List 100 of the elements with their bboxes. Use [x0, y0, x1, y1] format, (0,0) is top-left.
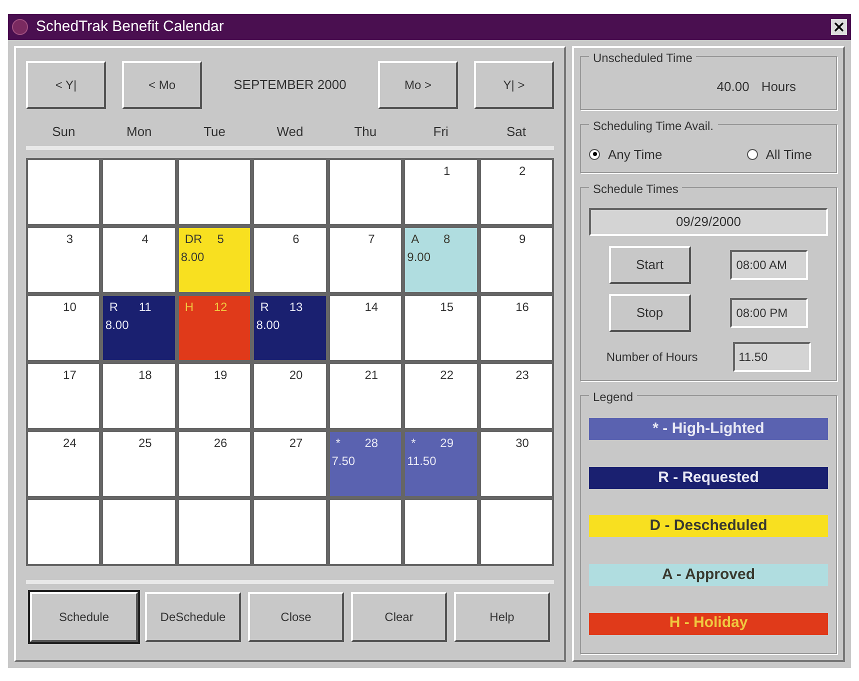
- window-title: SchedTrak Benefit Calendar: [36, 16, 225, 37]
- unit-label: Hours: [761, 78, 796, 96]
- legend-item: D - Descheduled: [589, 515, 828, 538]
- day-number: 30: [516, 434, 529, 452]
- day-cell[interactable]: [28, 500, 100, 564]
- day-cell[interactable]: 10: [28, 296, 100, 360]
- day-number: 28: [364, 434, 378, 452]
- day-cell[interactable]: [254, 500, 326, 564]
- day-cell[interactable]: 19: [178, 364, 250, 428]
- day-cell[interactable]: DR 5 8.00: [178, 228, 250, 292]
- radio-option[interactable]: All Time: [746, 144, 812, 164]
- weekday-label: Fri: [432, 123, 450, 141]
- legend-item: R - Requested: [589, 466, 828, 489]
- day-number: 23: [516, 366, 529, 384]
- day-number: 9: [518, 230, 526, 248]
- status-code: DR: [184, 230, 204, 248]
- day-cell[interactable]: [254, 160, 326, 224]
- status-code: A: [411, 230, 420, 248]
- weekday-label: Tue: [202, 123, 227, 141]
- day-cell[interactable]: 9: [480, 228, 552, 292]
- day-cell[interactable]: 18: [103, 364, 175, 428]
- day-number: 5: [217, 230, 224, 248]
- day-number: 16: [516, 298, 529, 316]
- weekday-label: Thu: [353, 123, 378, 141]
- day-number: 15: [440, 298, 454, 316]
- day-cell[interactable]: 1: [405, 160, 477, 224]
- previous-month-button[interactable]: < Mo: [122, 61, 202, 109]
- legend-item: * - High-Lighted: [589, 418, 828, 440]
- day-cell[interactable]: 24: [28, 432, 100, 496]
- day-cell[interactable]: [330, 160, 402, 224]
- day-number: 18: [138, 366, 152, 384]
- day-cell[interactable]: 27: [254, 432, 326, 496]
- day-cell[interactable]: [28, 160, 100, 224]
- day-cell[interactable]: 17: [28, 364, 100, 428]
- legend-item: H - Holiday: [589, 612, 828, 635]
- previous-year-button[interactable]: < Y|: [26, 61, 106, 109]
- unscheduled-value: 40.00: [716, 78, 750, 96]
- day-cell[interactable]: 4: [103, 228, 175, 292]
- weekday-label: Mon: [125, 123, 153, 141]
- day-cell[interactable]: * 29 11.50: [405, 432, 477, 496]
- action-button[interactable]: DeSchedule: [145, 592, 241, 642]
- day-cell[interactable]: 30: [480, 432, 552, 496]
- close-button[interactable]: [831, 19, 847, 35]
- day-number: 14: [364, 298, 378, 316]
- day-number: 24: [63, 434, 76, 452]
- day-cell[interactable]: 20: [254, 364, 326, 428]
- legend-item: A - Approved: [589, 564, 828, 586]
- day-cell[interactable]: 23: [480, 364, 552, 428]
- day-cell[interactable]: [178, 160, 250, 224]
- day-cell[interactable]: R 11 8.00: [103, 296, 175, 360]
- day-cell[interactable]: 7: [330, 228, 402, 292]
- day-cell[interactable]: A 8 9.00: [405, 228, 477, 292]
- day-cell[interactable]: [480, 500, 552, 564]
- action-button[interactable]: Schedule: [30, 592, 138, 642]
- day-cell[interactable]: [103, 160, 175, 224]
- day-number: 11: [138, 298, 152, 316]
- action-button[interactable]: Help: [454, 592, 550, 642]
- hours-field[interactable]: 11.50: [732, 342, 811, 372]
- start-button[interactable]: Start: [608, 246, 691, 284]
- stop-button[interactable]: Stop: [608, 294, 691, 332]
- day-cell[interactable]: * 28 7.50: [330, 432, 402, 496]
- day-cell[interactable]: 22: [405, 364, 477, 428]
- day-cell[interactable]: 25: [103, 432, 175, 496]
- day-number: 10: [63, 298, 76, 316]
- hours-text: 8.00: [180, 248, 206, 266]
- day-cell[interactable]: 2: [480, 160, 552, 224]
- hours-text: 8.00: [105, 316, 130, 334]
- day-cell[interactable]: 26: [178, 432, 250, 496]
- day-number: 1: [444, 162, 450, 180]
- radio-option[interactable]: Any Time: [589, 144, 662, 164]
- day-number: 25: [138, 434, 152, 452]
- action-button[interactable]: Close: [248, 592, 344, 642]
- weekday-label: Sat: [506, 123, 528, 141]
- start-time-field[interactable]: 08:00 AM: [730, 250, 808, 280]
- day-cell[interactable]: 16: [480, 296, 552, 360]
- day-number: 4: [142, 230, 148, 248]
- day-cell[interactable]: [178, 500, 250, 564]
- day-number: 27: [289, 434, 303, 452]
- day-number: 17: [63, 366, 76, 384]
- status-code: *: [336, 434, 342, 452]
- day-cell[interactable]: 21: [330, 364, 402, 428]
- day-cell[interactable]: 6: [254, 228, 326, 292]
- action-button[interactable]: Clear: [351, 592, 447, 642]
- date-field[interactable]: 09/29/2000: [589, 208, 828, 236]
- day-cell[interactable]: [103, 500, 175, 564]
- hours-text: 7.50: [332, 452, 356, 470]
- stop-time-field[interactable]: 08:00 PM: [730, 298, 808, 328]
- day-cell[interactable]: [405, 500, 477, 564]
- day-cell[interactable]: [330, 500, 402, 564]
- day-cell[interactable]: 15: [405, 296, 477, 360]
- day-number: 20: [289, 366, 303, 384]
- next-year-button[interactable]: Y| >: [474, 61, 554, 109]
- next-month-button[interactable]: Mo >: [378, 61, 458, 109]
- weekday-label: Wed: [276, 123, 304, 141]
- day-cell[interactable]: R 13 8.00: [254, 296, 326, 360]
- day-cell[interactable]: 14: [330, 296, 402, 360]
- app-icon: [12, 19, 28, 35]
- hours-text: 9.00: [407, 248, 432, 266]
- day-cell[interactable]: 3: [28, 228, 100, 292]
- day-number: 19: [214, 366, 228, 384]
